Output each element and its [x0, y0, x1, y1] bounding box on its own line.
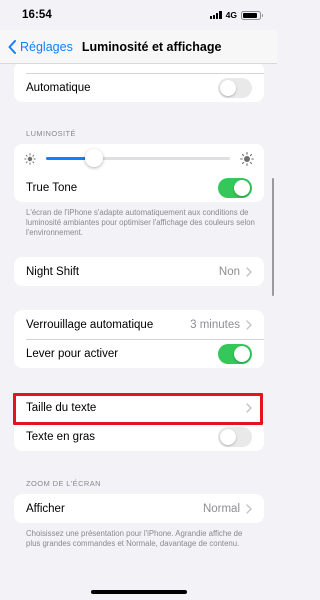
appearance-row-partial	[14, 64, 264, 73]
night-shift-row[interactable]: Night Shift Non	[14, 257, 264, 286]
navigation-bar: Réglages Luminosité et affichage	[0, 30, 277, 64]
bold-text-toggle[interactable]	[218, 426, 252, 447]
chevron-right-icon	[246, 266, 252, 277]
network-type: 4G	[225, 10, 237, 20]
sun-large-icon	[240, 151, 254, 166]
lock-group: Verrouillage automatique 3 minutes Lever…	[14, 310, 264, 368]
chevron-right-icon	[246, 503, 252, 514]
zoom-display-row[interactable]: Afficher Normal	[14, 494, 264, 523]
page-title: Luminosité et affichage	[81, 39, 222, 54]
zoom-group: Afficher Normal	[14, 494, 264, 523]
sun-small-icon	[24, 152, 36, 165]
true-tone-row: True Tone	[14, 173, 264, 202]
brightness-slider[interactable]	[46, 149, 230, 167]
cellular-signal-icon	[209, 11, 222, 19]
chevron-left-icon	[8, 39, 16, 54]
automatic-label: Automatique	[26, 81, 91, 94]
true-tone-label: True Tone	[26, 181, 78, 194]
scroll-indicator	[271, 178, 274, 296]
raise-to-wake-label: Lever pour activer	[26, 347, 119, 360]
toggle-knob	[220, 428, 236, 445]
status-bar: 16:54 4G	[0, 0, 277, 30]
brightness-header: LUMINOSITÉ	[26, 129, 76, 138]
text-size-row[interactable]: Taille du texte	[14, 393, 264, 422]
settings-list[interactable]: Automatique LUMINOSITÉ True Tone L'écran…	[0, 64, 277, 600]
toggle-knob	[234, 179, 250, 196]
zoom-display-value: Normal	[202, 502, 240, 515]
zoom-footer: Choisissez une présentation pour l'iPhon…	[26, 529, 243, 548]
brightness-slider-row	[14, 144, 264, 173]
night-shift-label: Night Shift	[26, 265, 80, 278]
auto-lock-label: Verrouillage automatique	[26, 318, 154, 331]
automatic-toggle[interactable]	[218, 77, 252, 98]
brightness-footer: L'écran de l'iPhone s'adapte automatique…	[26, 208, 255, 237]
chevron-right-icon	[246, 319, 252, 330]
home-indicator	[91, 590, 187, 594]
back-label: Réglages	[20, 39, 73, 54]
automatic-row: Automatique	[14, 73, 264, 102]
auto-lock-value: 3 minutes	[190, 318, 240, 331]
bold-text-row: Texte en gras	[14, 422, 264, 451]
night-shift-value: Non	[218, 265, 240, 278]
appearance-group: Automatique	[14, 64, 264, 102]
text-group: Taille du texte Texte en gras	[14, 393, 264, 451]
battery-level	[243, 12, 257, 18]
status-indicators: 4G	[209, 10, 263, 20]
toggle-knob	[220, 79, 236, 96]
raise-to-wake-toggle[interactable]	[218, 343, 252, 364]
brightness-group: True Tone	[14, 144, 264, 202]
night-shift-group: Night Shift Non	[14, 257, 264, 286]
raise-to-wake-row: Lever pour activer	[14, 339, 264, 368]
zoom-header: ZOOM DE L'ÉCRAN	[26, 479, 101, 488]
text-size-label: Taille du texte	[26, 401, 97, 414]
toggle-knob	[234, 345, 250, 362]
battery-icon	[241, 10, 263, 20]
true-tone-toggle[interactable]	[218, 177, 252, 198]
back-button[interactable]: Réglages	[8, 39, 73, 54]
brightness-slider-thumb[interactable]	[84, 149, 103, 167]
auto-lock-row[interactable]: Verrouillage automatique 3 minutes	[14, 310, 264, 339]
status-time: 16:54	[22, 9, 52, 21]
bold-text-label: Texte en gras	[26, 430, 96, 443]
zoom-display-label: Afficher	[26, 502, 65, 515]
chevron-right-icon	[246, 402, 252, 413]
